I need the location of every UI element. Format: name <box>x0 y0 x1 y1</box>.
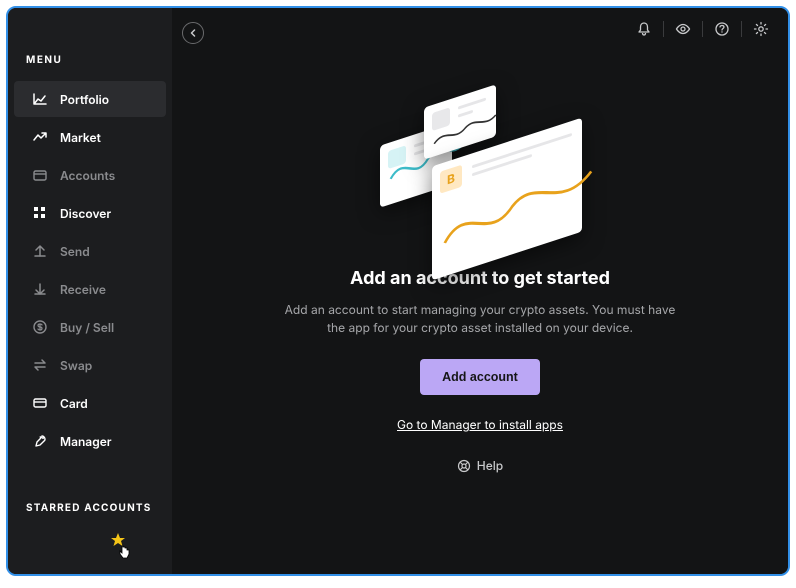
topbar-separator <box>702 21 703 37</box>
sidebar-item-card[interactable]: Card <box>14 385 166 421</box>
main-content: B Add an account to get started Add an a… <box>172 8 788 574</box>
help-circle-icon <box>714 21 730 37</box>
manager-link[interactable]: Go to Manager to install apps <box>397 417 563 432</box>
sidebar-item-manager[interactable]: Manager <box>14 423 166 459</box>
trend-icon <box>32 129 48 145</box>
gear-icon <box>753 21 769 37</box>
illustration: B <box>370 68 590 248</box>
sidebar-item-label: Receive <box>60 282 106 297</box>
illustration-wave <box>440 153 596 264</box>
card-icon <box>32 395 48 411</box>
sidebar-item-label: Buy / Sell <box>60 320 114 335</box>
help-button[interactable] <box>713 20 731 38</box>
visibility-button[interactable] <box>674 20 692 38</box>
wrench-icon <box>32 433 48 449</box>
grid-icon <box>32 205 48 221</box>
svg-text:B: B <box>447 170 455 187</box>
chevron-left-icon <box>189 29 197 37</box>
sidebar-item-label: Accounts <box>60 168 115 183</box>
sidebar-item-accounts[interactable]: Accounts <box>14 157 166 193</box>
collapse-sidebar-button[interactable] <box>182 22 204 44</box>
sidebar-item-market[interactable]: Market <box>14 119 166 155</box>
topbar-separator <box>741 21 742 37</box>
sidebar-item-portfolio[interactable]: Portfolio <box>14 81 166 117</box>
help-link-label: Help <box>477 458 503 473</box>
empty-state: B Add an account to get started Add an a… <box>172 68 788 574</box>
starred-accounts-heading: STARRED ACCOUNTS <box>8 502 172 524</box>
arrow-down-icon <box>32 281 48 297</box>
sidebar-item-label: Card <box>60 396 88 411</box>
sidebar-item-swap[interactable]: Swap <box>14 347 166 383</box>
cursor-pointer-icon <box>116 544 132 564</box>
sidebar-item-receive[interactable]: Receive <box>14 271 166 307</box>
illustration-badge: B <box>440 165 462 194</box>
dollar-icon <box>32 319 48 335</box>
help-link[interactable]: Help <box>457 458 503 473</box>
app-window: MENU Portfolio Market Accounts Discover <box>6 6 790 576</box>
swap-icon <box>32 357 48 373</box>
lifebuoy-icon <box>457 459 471 473</box>
add-account-button[interactable]: Add account <box>420 359 540 395</box>
menu-heading: MENU <box>8 54 172 80</box>
sidebar-item-buy-sell[interactable]: Buy / Sell <box>14 309 166 345</box>
sidebar: MENU Portfolio Market Accounts Discover <box>8 8 172 574</box>
sidebar-item-label: Market <box>60 130 101 145</box>
sidebar-item-send[interactable]: Send <box>14 233 166 269</box>
topbar-separator <box>663 21 664 37</box>
sidebar-item-discover[interactable]: Discover <box>14 195 166 231</box>
eye-icon <box>675 21 691 37</box>
sidebar-item-label: Send <box>60 244 90 259</box>
sidebar-item-label: Manager <box>60 434 112 449</box>
notifications-button[interactable] <box>635 20 653 38</box>
sidebar-item-label: Portfolio <box>60 92 109 107</box>
wallet-icon <box>32 167 48 183</box>
chart-line-icon <box>32 91 48 107</box>
sidebar-item-label: Swap <box>60 358 92 373</box>
sidebar-item-label: Discover <box>60 206 111 221</box>
starred-accounts-dropzone[interactable] <box>26 524 154 556</box>
empty-state-description: Add an account to start managing your cr… <box>280 301 680 337</box>
arrow-up-icon <box>32 243 48 259</box>
bell-icon <box>636 21 652 37</box>
settings-button[interactable] <box>752 20 770 38</box>
empty-state-title: Add an account to get started <box>350 268 610 289</box>
topbar <box>635 20 770 38</box>
